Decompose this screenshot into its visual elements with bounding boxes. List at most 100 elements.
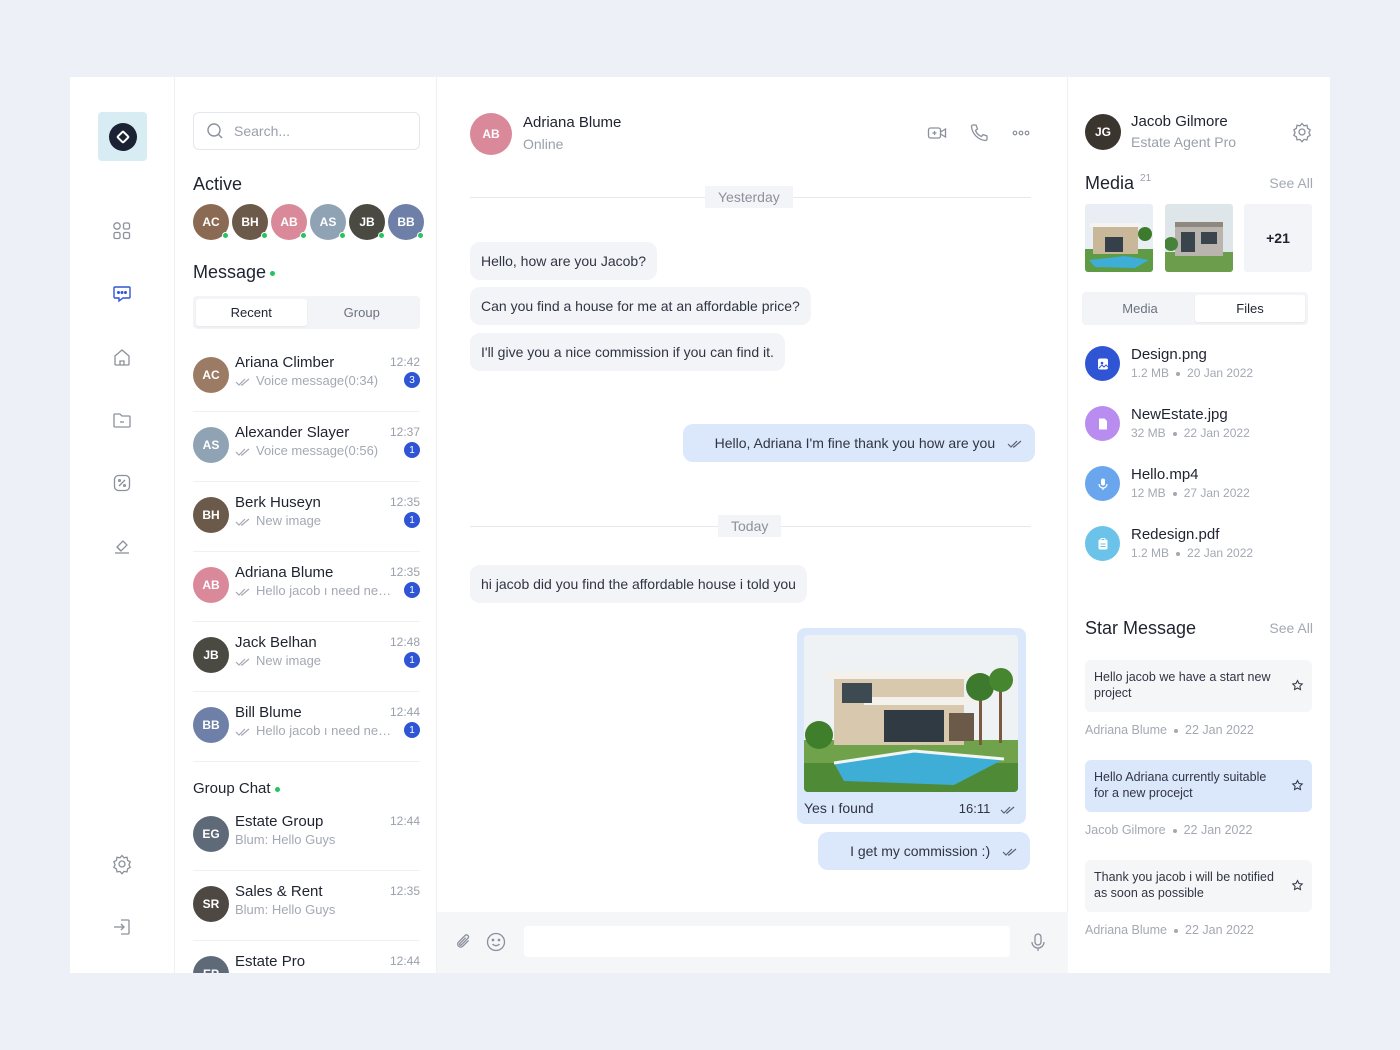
tab-group[interactable]: Group: [307, 299, 418, 326]
conversation-item[interactable]: BH Berk Huseyn 12:35 New image 1: [193, 482, 420, 552]
group-name: Estate Pro: [235, 953, 306, 970]
avatar-initials: BB: [202, 718, 220, 732]
tab-files[interactable]: Files: [1195, 295, 1305, 322]
file-item[interactable]: Hello.mp4 12 MB 27 Jan 2022: [1085, 466, 1315, 510]
phone-icon[interactable]: [968, 122, 990, 144]
file-item[interactable]: Redesign.pdf 1.2 MB 22 Jan 2022: [1085, 526, 1315, 570]
logout-icon[interactable]: [111, 916, 133, 938]
online-indicator: [261, 232, 268, 239]
double-check-icon: [235, 513, 256, 528]
conversation-item[interactable]: BB Bill Blume 12:44 Hello jacob ı need new.…: [193, 692, 420, 762]
file-meta: 1.2 MB 20 Jan 2022: [1131, 366, 1254, 380]
media-thumbnail[interactable]: [1165, 204, 1233, 272]
group-avatar[interactable]: SR: [193, 886, 229, 922]
group-avatar[interactable]: EP: [193, 956, 229, 973]
app-window: Active AC BH AB AS JB BB Message Recent Group…: [70, 77, 1330, 973]
bookmark-icon[interactable]: [111, 535, 133, 557]
group-name: Sales & Rent: [235, 883, 323, 900]
message-in: I'll give you a nice commission if you c…: [470, 333, 785, 371]
message-in: hi jacob did you find the affordable hou…: [470, 565, 807, 603]
unread-badge: 1: [404, 512, 420, 528]
microphone-icon[interactable]: [1027, 931, 1049, 953]
image-file-icon: [1085, 346, 1120, 381]
more-options-icon[interactable]: [1010, 122, 1032, 144]
contact-avatar[interactable]: AB: [470, 113, 512, 155]
file-item[interactable]: Design.png 1.2 MB 20 Jan 2022: [1085, 346, 1315, 390]
media-more-button[interactable]: +21: [1244, 204, 1312, 272]
group-time: 12:35: [389, 884, 420, 898]
starred-message-meta: Adriana Blume 22 Jan 2022: [1085, 723, 1254, 737]
starred-message[interactable]: Hello Adriana currently suitable for a n…: [1085, 760, 1312, 812]
message-input[interactable]: [524, 926, 1010, 957]
avatar[interactable]: AC: [193, 357, 229, 393]
app-logo[interactable]: [98, 112, 147, 161]
group-item[interactable]: EG Estate Group 12:44 Blum: Hello Guys: [193, 801, 420, 871]
double-check-icon: [235, 653, 256, 668]
messages-icon[interactable]: [111, 283, 133, 305]
conversation-preview: Voice message(0:34): [235, 373, 395, 388]
microphone-icon: [1085, 466, 1120, 501]
media-thumbnail[interactable]: [1085, 204, 1153, 272]
settings-icon[interactable]: [111, 853, 133, 875]
active-user-avatar[interactable]: AB: [271, 204, 307, 240]
conversation-item[interactable]: AC Ariana Climber 12:42 Voice message(0:34)…: [193, 342, 420, 412]
search-input[interactable]: [234, 123, 414, 139]
avatar[interactable]: BB: [193, 707, 229, 743]
conversation-time: 12:37: [389, 425, 420, 439]
conversation-item[interactable]: AS Alexander Slayer 12:37 Voice message(0:5…: [193, 412, 420, 482]
media-see-all-link[interactable]: See All: [1269, 175, 1313, 191]
tab-recent[interactable]: Recent: [196, 299, 307, 326]
home-icon[interactable]: [111, 346, 133, 368]
avatar-initials: BH: [202, 508, 220, 522]
conversation-item[interactable]: AB Adriana Blume 12:35 Hello jacob ı need n…: [193, 552, 420, 622]
file-item[interactable]: NewEstate.jpg 32 MB 22 Jan 2022: [1085, 406, 1315, 450]
emoji-icon[interactable]: [485, 931, 507, 953]
online-indicator: [300, 232, 307, 239]
profile-avatar[interactable]: JG: [1085, 114, 1121, 150]
dashboard-icon[interactable]: [111, 220, 133, 242]
avatar[interactable]: AS: [193, 427, 229, 463]
house-photo[interactable]: [804, 635, 1018, 792]
double-check-icon: [235, 723, 256, 738]
details-panel: JG Jacob Gilmore Estate Agent Pro Media 2…: [1068, 77, 1330, 973]
active-user-avatar[interactable]: AC: [193, 204, 229, 240]
tab-media[interactable]: Media: [1085, 295, 1195, 322]
search-box[interactable]: [193, 112, 420, 150]
group-item[interactable]: SR Sales & Rent 12:35 Blum: Hello Guys: [193, 871, 420, 941]
active-user-avatar[interactable]: BH: [232, 204, 268, 240]
avatar-initials: AC: [202, 368, 220, 382]
attach-icon[interactable]: [453, 931, 475, 953]
contact-status: Online: [523, 136, 564, 152]
avatar[interactable]: BH: [193, 497, 229, 533]
conversation-item[interactable]: JB Jack Belhan 12:48 New image 1: [193, 622, 420, 692]
active-user-avatar[interactable]: BB: [388, 204, 424, 240]
online-indicator: [378, 232, 385, 239]
avatar[interactable]: AB: [193, 567, 229, 603]
star-icon[interactable]: [1291, 879, 1304, 892]
avatar-initials: EG: [202, 827, 220, 841]
star-icon[interactable]: [1291, 779, 1304, 792]
starred-message[interactable]: Hello jacob we have a start new project: [1085, 660, 1312, 712]
message-title: Message: [193, 262, 276, 283]
folder-icon[interactable]: [111, 409, 133, 431]
conversation-time: 12:44: [389, 705, 420, 719]
avatar-initials: AB: [280, 215, 298, 229]
starred-message[interactable]: Thank you jacob i will be notified as so…: [1085, 860, 1312, 912]
active-user-avatar[interactable]: AS: [310, 204, 346, 240]
unread-badge: 1: [404, 442, 420, 458]
contact-name: Adriana Blume: [523, 114, 622, 131]
star-message-title: Star Message: [1085, 618, 1197, 638]
gear-icon[interactable]: [1291, 121, 1313, 143]
discount-icon[interactable]: [111, 472, 133, 494]
group-avatar[interactable]: EG: [193, 816, 229, 852]
image-message[interactable]: Yes ı found 16:11: [797, 628, 1026, 824]
file-name: Hello.mp4: [1131, 466, 1199, 483]
file-meta: 32 MB 22 Jan 2022: [1131, 426, 1250, 440]
file-name: Design.png: [1131, 346, 1207, 363]
avatar[interactable]: JB: [193, 637, 229, 673]
active-user-avatar[interactable]: JB: [349, 204, 385, 240]
star-see-all-link[interactable]: See All: [1269, 620, 1313, 636]
star-icon[interactable]: [1291, 679, 1304, 692]
group-item[interactable]: EP Estate Pro 12:44 Blum: Hello Guys: [193, 941, 420, 973]
video-call-icon[interactable]: [926, 122, 948, 144]
